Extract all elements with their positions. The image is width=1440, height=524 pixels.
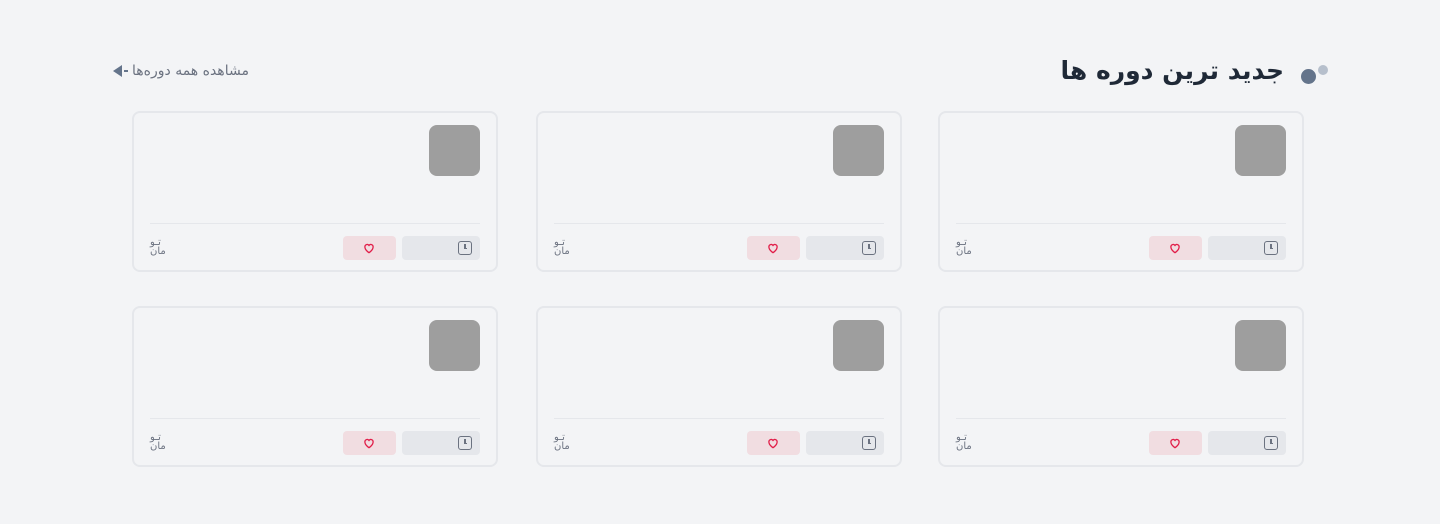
duration-badge — [806, 431, 884, 455]
duration-badge — [806, 236, 884, 260]
like-button[interactable] — [343, 431, 396, 455]
section-header: جدید ترین دوره ها — [1061, 50, 1328, 90]
clock-icon — [862, 436, 876, 450]
heart-icon — [364, 438, 374, 449]
like-button[interactable] — [1149, 236, 1202, 260]
price-currency: تـو مان — [956, 432, 972, 452]
clock-icon — [458, 436, 472, 450]
clock-icon — [1264, 241, 1278, 255]
heart-icon — [1170, 438, 1180, 449]
clock-icon — [458, 241, 472, 255]
heart-icon — [364, 243, 374, 254]
duration-badge — [402, 431, 480, 455]
course-card[interactable]: تـو مان — [536, 306, 902, 467]
course-thumbnail — [1235, 320, 1286, 371]
course-thumbnail — [429, 320, 480, 371]
card-divider — [554, 418, 884, 419]
like-button[interactable] — [747, 236, 800, 260]
card-divider — [956, 418, 1286, 419]
card-divider — [150, 418, 480, 419]
course-card[interactable]: تـو مان — [132, 306, 498, 467]
see-all-label: مشاهده همه دوره‌ها — [132, 63, 249, 79]
arrow-left-icon — [113, 65, 128, 77]
course-thumbnail — [429, 125, 480, 176]
price-currency: تـو مان — [554, 237, 570, 257]
clock-icon — [862, 241, 876, 255]
price-currency: تـو مان — [150, 237, 166, 257]
like-button[interactable] — [1149, 431, 1202, 455]
duration-badge — [1208, 236, 1286, 260]
card-divider — [150, 223, 480, 224]
course-card[interactable]: تـو مان — [938, 111, 1304, 272]
course-thumbnail — [1235, 125, 1286, 176]
price-currency: تـو مان — [554, 432, 570, 452]
course-thumbnail — [833, 320, 884, 371]
dot-small — [1318, 65, 1328, 75]
price-currency: تـو مان — [150, 432, 166, 452]
see-all-courses-link[interactable]: مشاهده همه دوره‌ها — [113, 58, 249, 84]
heart-icon — [768, 243, 778, 254]
course-card[interactable]: تـو مان — [132, 111, 498, 272]
heart-icon — [1170, 243, 1180, 254]
duration-badge — [1208, 431, 1286, 455]
dot-big — [1301, 69, 1316, 84]
like-button[interactable] — [343, 236, 396, 260]
section-title: جدید ترین دوره ها — [1060, 55, 1285, 85]
course-card[interactable]: تـو مان — [938, 306, 1304, 467]
card-divider — [554, 223, 884, 224]
card-divider — [956, 223, 1286, 224]
price-currency: تـو مان — [956, 237, 972, 257]
dots-icon — [1298, 55, 1328, 85]
duration-badge — [402, 236, 480, 260]
clock-icon — [1264, 436, 1278, 450]
like-button[interactable] — [747, 431, 800, 455]
course-card[interactable]: تـو مان — [536, 111, 902, 272]
heart-icon — [768, 438, 778, 449]
course-thumbnail — [833, 125, 884, 176]
